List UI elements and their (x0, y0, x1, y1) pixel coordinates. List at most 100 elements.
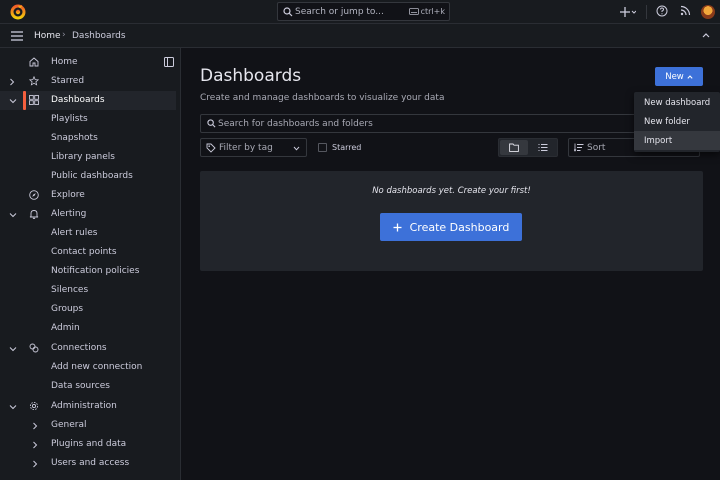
sidebar-item-users-and-access[interactable]: Users and access (0, 454, 176, 473)
starred-label[interactable]: Starred (332, 143, 361, 152)
sidebar-item-label: Explore (51, 190, 85, 200)
sidebar-item-add-new-connection[interactable]: Add new connection (0, 358, 176, 377)
sidebar-item-playlists[interactable]: Playlists (0, 110, 176, 129)
sidebar-item-starred[interactable]: Starred (0, 72, 176, 91)
tag-icon (206, 143, 216, 153)
apps-icon (29, 95, 39, 105)
menu-toggle-button[interactable] (11, 31, 23, 41)
view-mode-toggle (498, 138, 558, 157)
dashboard-search[interactable] (200, 114, 700, 133)
starred-checkbox[interactable] (318, 143, 327, 152)
menu-item-new-dashboard[interactable]: New dashboard (634, 93, 720, 112)
sidebar-item-home[interactable]: Home (0, 53, 176, 72)
chevron-down-icon[interactable] (9, 346, 17, 352)
chevron-up-icon (702, 33, 710, 38)
list-view-button[interactable] (530, 140, 557, 155)
sidebar-item-label: Administration (51, 401, 117, 411)
sidebar-item-connections[interactable]: Connections (0, 339, 176, 358)
page-subtitle: Create and manage dashboards to visualiz… (200, 93, 445, 103)
news-button[interactable] (680, 5, 691, 16)
sidebar-item-label: Silences (51, 285, 89, 295)
sidebar-item-label: General (51, 420, 87, 430)
sidebar-item-label: Alerting (51, 209, 87, 219)
sidebar-item-silences[interactable]: Silences (0, 281, 176, 300)
sidebar-item-label: Groups (51, 304, 84, 314)
top-bar: Search or jump to... ctrl+k (0, 0, 720, 24)
sort-placeholder: Sort (587, 143, 606, 153)
sidebar-item-label: Users and access (51, 458, 130, 468)
sidebar-item-label: Notification policies (51, 266, 140, 276)
sidebar-item-label: Connections (51, 343, 107, 353)
global-search-placeholder: Search or jump to... (295, 7, 384, 17)
sidebar-item-label: Contact points (51, 247, 117, 257)
menu-item-label: New dashboard (644, 98, 711, 108)
sidebar-item-notification-policies[interactable]: Notification policies (0, 262, 176, 281)
breadcrumb-bar: Home › Dashboards (0, 24, 720, 48)
sidebar-item-explore[interactable]: Explore (0, 186, 176, 205)
breadcrumb-separator: › (62, 30, 66, 40)
shortcut-text: ctrl+k (420, 7, 445, 16)
chevron-down-icon[interactable] (9, 98, 17, 104)
sidebar-item-snapshots[interactable]: Snapshots (0, 129, 176, 148)
new-button[interactable]: New (655, 67, 703, 86)
menu-item-label: New folder (644, 117, 690, 127)
rss-icon (680, 5, 691, 16)
sidebar-item-alert-rules[interactable]: Alert rules (0, 224, 176, 243)
create-dashboard-button[interactable]: Create Dashboard (380, 213, 522, 241)
gear-icon (29, 401, 39, 411)
plus-icon (393, 223, 402, 231)
chevron-right-icon[interactable] (32, 460, 38, 468)
sidebar-item-public-dashboards[interactable]: Public dashboards (0, 167, 176, 186)
menu-item-label: Import (644, 136, 673, 146)
plus-icon (620, 7, 636, 17)
sidebar-item-administration[interactable]: Administration (0, 397, 176, 416)
sidebar-nav: Home Starred Dashboards Playlists Snapsh… (0, 48, 181, 480)
new-dropdown-menu: New dashboard New folder Import (634, 92, 720, 152)
sidebar-item-plugins-and-data[interactable]: Plugins and data (0, 435, 176, 454)
global-search[interactable]: Search or jump to... ctrl+k (277, 2, 450, 21)
grafana-logo-icon[interactable] (10, 4, 26, 20)
chevron-right-icon[interactable] (32, 422, 38, 430)
topbar-divider (646, 5, 647, 19)
star-icon (29, 76, 39, 86)
user-avatar[interactable] (701, 5, 715, 19)
help-button[interactable] (656, 5, 668, 17)
sidebar-item-label: Library panels (51, 152, 115, 162)
sidebar-item-label: Add new connection (51, 362, 143, 372)
sidebar-item-label: Playlists (51, 114, 88, 124)
sidebar-item-alerting[interactable]: Alerting (0, 205, 176, 224)
bell-icon (29, 210, 39, 219)
sidebar-item-label: Public dashboards (51, 171, 133, 181)
sidebar-item-label: Admin (51, 323, 80, 333)
list-icon (538, 144, 548, 151)
sidebar-item-groups[interactable]: Groups (0, 300, 176, 319)
sidebar-item-library-panels[interactable]: Library panels (0, 148, 176, 167)
sidebar-item-data-sources[interactable]: Data sources (0, 377, 176, 396)
chevron-down-icon[interactable] (9, 404, 17, 410)
chevron-right-icon[interactable] (9, 78, 15, 86)
menu-item-new-folder[interactable]: New folder (634, 112, 720, 131)
tag-filter-select[interactable]: Filter by tag (200, 138, 307, 157)
keyboard-icon (408, 8, 419, 15)
empty-state-message: No dashboards yet. Create your first! (372, 186, 531, 196)
keyboard-shortcut: ctrl+k (408, 7, 445, 16)
chevron-down-icon[interactable] (9, 212, 17, 218)
active-indicator (23, 91, 26, 110)
home-icon (29, 57, 39, 67)
sidebar-item-admin[interactable]: Admin (0, 319, 176, 338)
folder-view-button[interactable] (500, 140, 528, 155)
sidebar-item-label: Data sources (51, 381, 110, 391)
collapse-topbar-button[interactable] (702, 32, 710, 38)
dashboard-search-input[interactable] (218, 116, 638, 131)
chevron-right-icon[interactable] (32, 441, 38, 449)
sidebar-item-general[interactable]: General (0, 416, 176, 435)
breadcrumb-home[interactable]: Home (34, 31, 61, 41)
menu-item-import[interactable]: Import (634, 131, 720, 150)
sidebar-item-contact-points[interactable]: Contact points (0, 243, 176, 262)
sidebar-item-label: Dashboards (51, 95, 105, 105)
breadcrumb-current: Dashboards (72, 31, 126, 41)
sidebar-item-dashboards[interactable]: Dashboards (0, 91, 176, 110)
sidebar-item-label: Plugins and data (51, 439, 127, 449)
add-menu-button[interactable] (620, 5, 636, 19)
page-title: Dashboards (200, 66, 302, 86)
